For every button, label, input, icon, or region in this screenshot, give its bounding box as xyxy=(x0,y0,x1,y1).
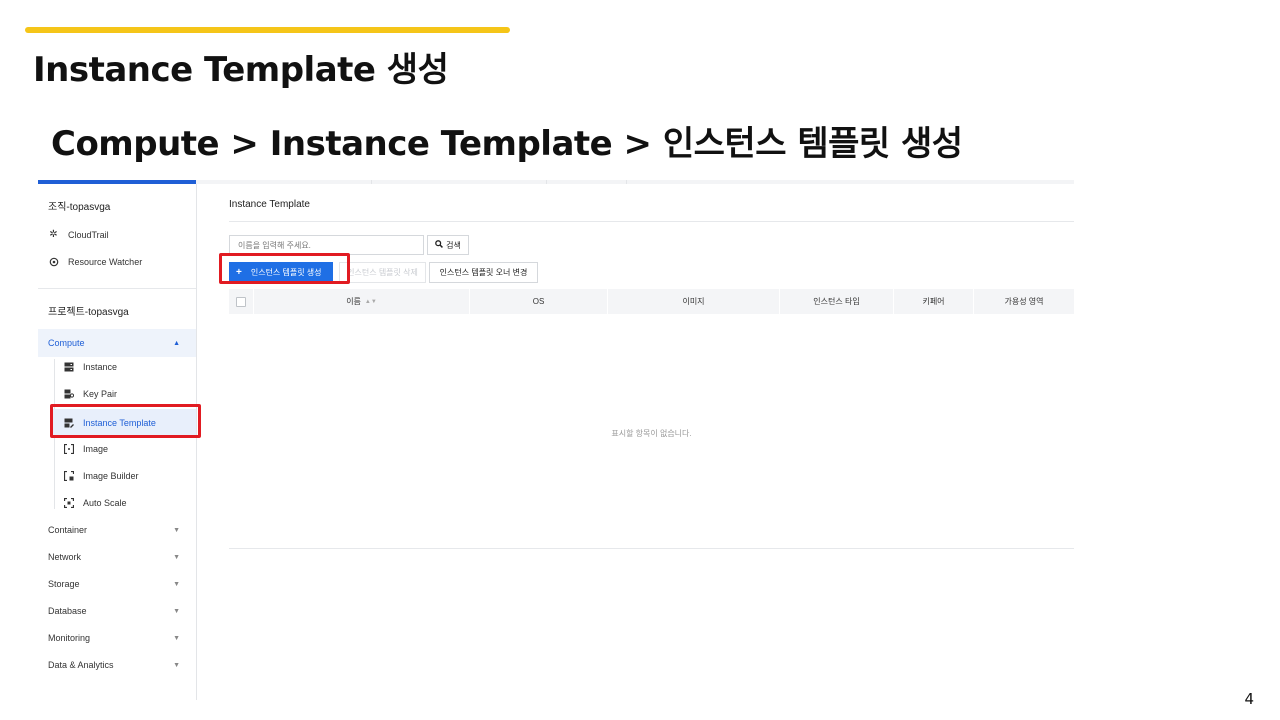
sidebar-item-label: Instance xyxy=(83,361,118,372)
select-all-checkbox[interactable] xyxy=(236,296,246,307)
resource-watcher-icon xyxy=(48,256,59,267)
page-title: Instance Template xyxy=(229,199,310,210)
sidebar-item-label: Network xyxy=(48,552,82,562)
sidebar-item-instance[interactable]: Instance xyxy=(63,361,117,372)
sidebar-item-compute[interactable]: Compute ▲ xyxy=(38,329,196,357)
sidebar-item-image[interactable]: Image xyxy=(63,443,108,454)
column-header-keypair: 키페어 xyxy=(894,289,974,314)
sidebar-item-label: CloudTrail xyxy=(68,229,109,240)
search-icon xyxy=(435,240,444,250)
image-icon xyxy=(63,443,74,454)
org-label: 조직-topasvga xyxy=(48,202,111,213)
sidebar-item-storage[interactable]: Storage ▼ xyxy=(48,579,180,589)
highlight-create-button xyxy=(219,253,350,284)
image-builder-icon xyxy=(63,470,74,481)
sidebar-item-resource-watcher[interactable]: Resource Watcher xyxy=(48,256,142,267)
key-icon xyxy=(63,388,74,399)
sidebar-item-label: Auto Scale xyxy=(83,497,127,508)
page-number: 4 xyxy=(1244,690,1254,708)
sidebar-item-monitoring[interactable]: Monitoring ▼ xyxy=(48,633,180,643)
empty-table-message: 표시할 항목이 없습니다. xyxy=(611,429,692,438)
column-header-image: 이미지 xyxy=(608,289,780,314)
sidebar-item-cloudtrail[interactable]: ✲ CloudTrail xyxy=(48,229,109,240)
sidebar-item-network[interactable]: Network ▼ xyxy=(48,552,180,562)
sidebar-item-label: Storage xyxy=(48,579,80,589)
chevron-down-icon: ▼ xyxy=(173,607,180,615)
main-panel: Instance Template 검색 + 인스턴스 템플릿 생성 인스턴스 … xyxy=(229,184,1074,700)
column-header-name[interactable]: 이름 ▲▼ xyxy=(254,289,470,314)
chevron-down-icon: ▼ xyxy=(173,553,180,561)
delete-template-button[interactable]: 인스턴스 템플릿 삭제 xyxy=(339,262,426,283)
table-header: 이름 ▲▼ OS 이미지 인스턴스 타입 키페어 가용성 영역 xyxy=(229,289,1074,314)
column-header-os: OS xyxy=(470,289,608,314)
highlight-instance-template-menu xyxy=(50,404,201,438)
sidebar-item-key-pair[interactable]: Key Pair xyxy=(63,388,117,399)
project-label: 프로젝트-topasvga xyxy=(48,307,129,318)
table-bottom-border xyxy=(229,548,1074,549)
column-header-availability-zone: 가용성 영역 xyxy=(1004,297,1044,306)
chevron-down-icon: ▼ xyxy=(173,526,180,534)
sidebar-item-label: Database xyxy=(48,606,87,616)
sidebar-item-label: Resource Watcher xyxy=(68,256,143,267)
sidebar-item-label: Data & Analytics xyxy=(48,660,114,670)
cloudtrail-icon: ✲ xyxy=(49,229,58,240)
navigation-path: Compute > Instance Template > 인스턴스 템플릿 생… xyxy=(51,124,963,164)
sidebar-item-label: Image xyxy=(83,443,109,454)
chevron-up-icon: ▲ xyxy=(173,339,180,347)
sidebar: 조직-topasvga ✲ CloudTrail Resource Watche… xyxy=(38,184,197,700)
server-icon xyxy=(63,361,74,372)
sidebar-item-data-analytics[interactable]: Data & Analytics ▼ xyxy=(48,660,180,670)
sidebar-item-label: Container xyxy=(48,525,88,535)
sidebar-divider xyxy=(38,288,196,289)
change-owner-button[interactable]: 인스턴스 템플릿 오너 변경 xyxy=(429,262,538,283)
title-divider xyxy=(229,221,1074,222)
slide-title: Instance Template 생성 xyxy=(33,50,449,90)
sidebar-item-container[interactable]: Container ▼ xyxy=(48,525,180,535)
sort-icon: ▲▼ xyxy=(364,298,377,305)
select-all-cell xyxy=(229,289,254,314)
sidebar-item-label: Monitoring xyxy=(48,633,91,643)
sidebar-item-auto-scale[interactable]: Auto Scale xyxy=(63,497,127,508)
search-input[interactable] xyxy=(229,235,424,255)
chevron-down-icon: ▼ xyxy=(173,634,180,642)
sidebar-item-image-builder[interactable]: Image Builder xyxy=(63,470,139,481)
title-accent-bar xyxy=(25,27,510,33)
chevron-down-icon: ▼ xyxy=(173,580,180,588)
sidebar-item-database[interactable]: Database ▼ xyxy=(48,606,180,616)
chevron-down-icon: ▼ xyxy=(173,661,180,669)
search-button[interactable]: 검색 xyxy=(427,235,469,255)
sidebar-item-label: Key Pair xyxy=(83,388,118,399)
auto-scale-icon xyxy=(63,497,74,508)
console-screenshot: 조직-topasvga ✲ CloudTrail Resource Watche… xyxy=(38,180,1074,700)
sidebar-item-label: Compute xyxy=(48,338,85,348)
sidebar-item-label: Image Builder xyxy=(83,470,139,481)
column-header-instance-type: 인스턴스 타입 xyxy=(780,289,894,314)
search-button-label: 검색 xyxy=(446,240,461,250)
